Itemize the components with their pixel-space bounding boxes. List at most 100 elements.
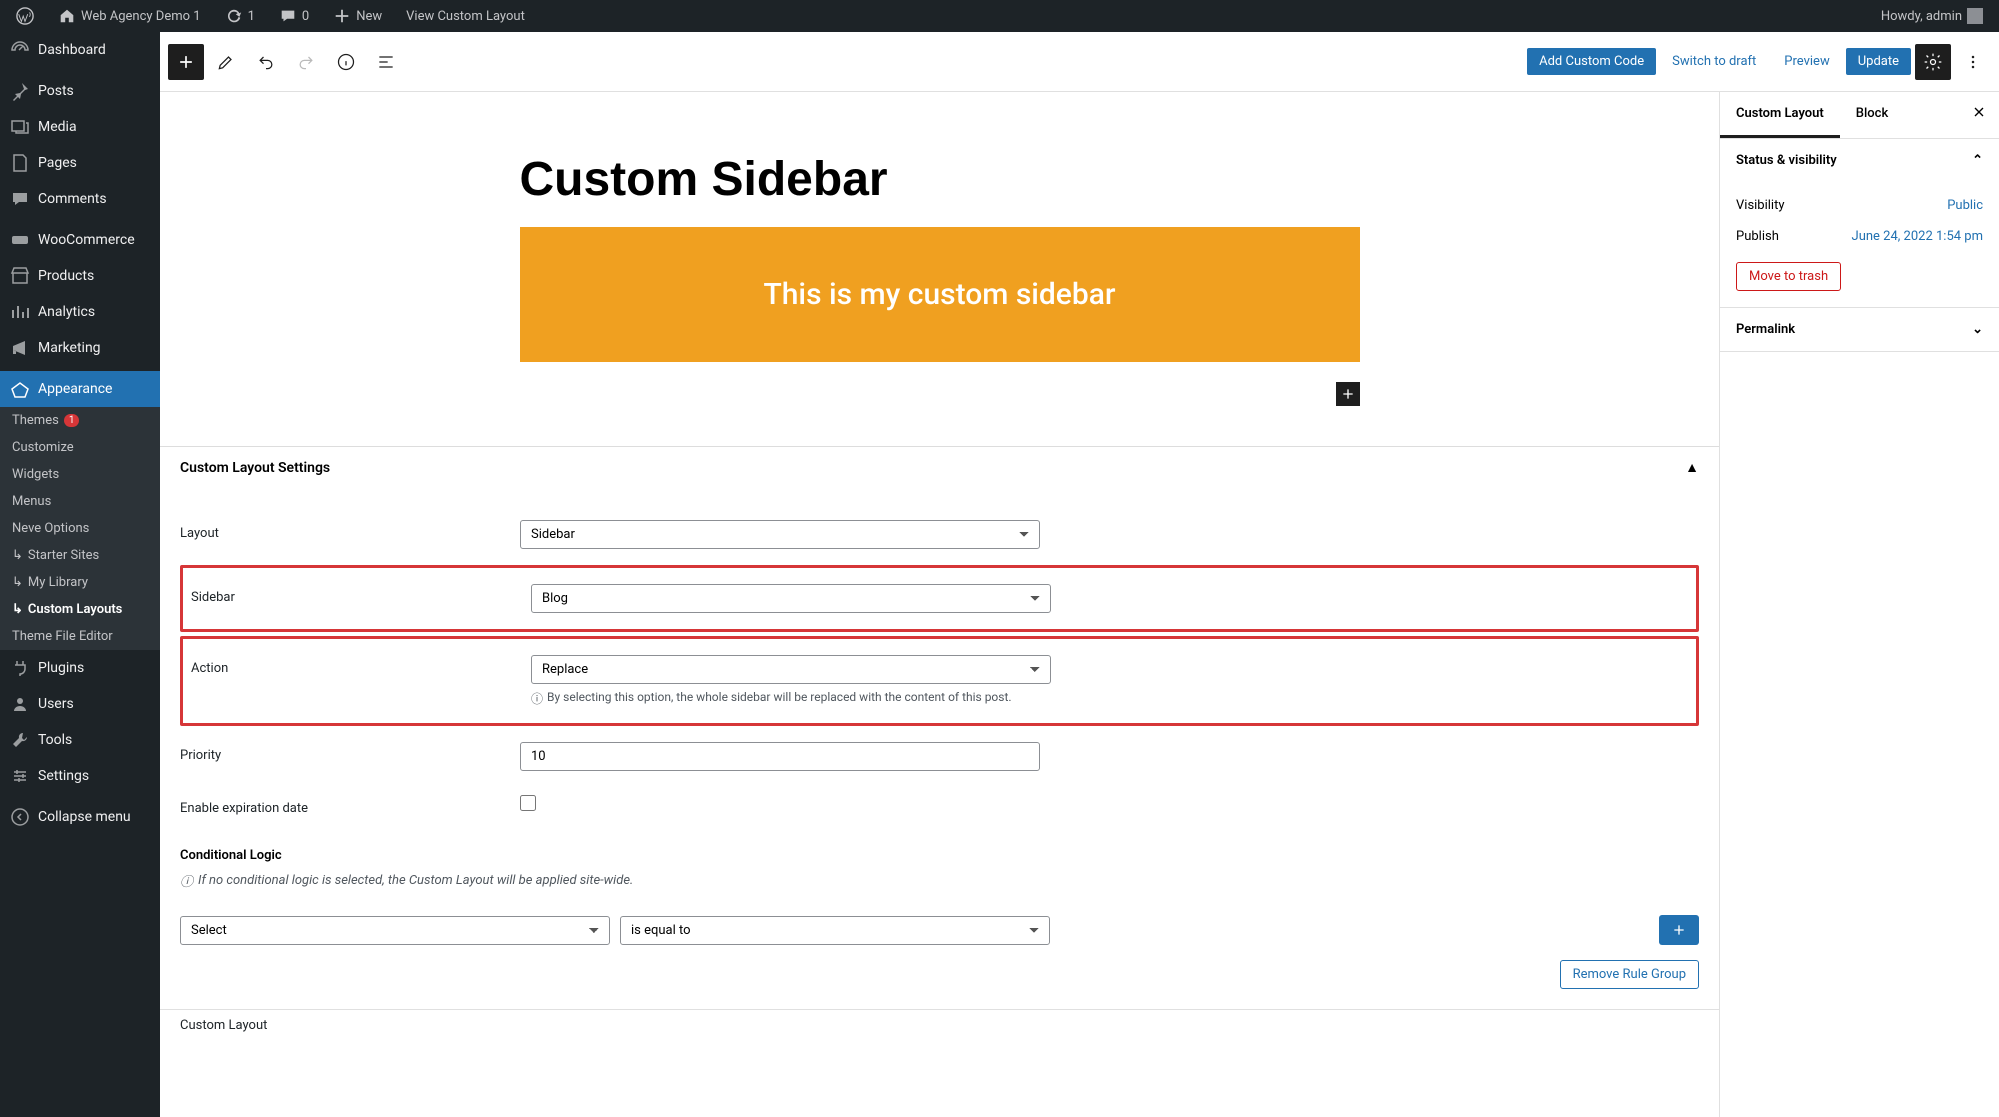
sidebar-item-media[interactable]: Media (0, 109, 160, 145)
cls-heading[interactable]: Custom Layout Settings ▲ (160, 447, 1719, 488)
more-options-button[interactable] (1955, 44, 1991, 80)
submenu-themes[interactable]: Themes1 (0, 407, 160, 434)
settings-icon (10, 766, 30, 786)
action-label: Action (191, 655, 531, 676)
settings-toggle-button[interactable] (1915, 44, 1951, 80)
info-icon: ⓘ (180, 871, 193, 890)
custom-sidebar-block[interactable]: This is my custom sidebar (520, 227, 1360, 362)
add-rule-button[interactable] (1659, 915, 1699, 945)
submenu-library[interactable]: ↳My Library (0, 569, 160, 596)
editor-toolbar: Add Custom Code Switch to draft Preview … (160, 32, 1999, 92)
priority-input[interactable] (520, 742, 1040, 771)
sidebar-item-label: Posts (38, 83, 74, 99)
sidebar-item-plugins[interactable]: Plugins (0, 650, 160, 686)
dashboard-icon (10, 40, 30, 60)
edit-mode-button[interactable] (208, 44, 244, 80)
section-label: Status & visibility (1736, 153, 1837, 168)
sidebar-item-woocommerce[interactable]: WooCommerce (0, 222, 160, 258)
marketing-icon (10, 338, 30, 358)
remove-rule-button[interactable]: Remove Rule Group (1560, 960, 1699, 989)
outline-button[interactable] (368, 44, 404, 80)
layout-select[interactable]: Sidebar (520, 520, 1040, 549)
site-name[interactable]: Web Agency Demo 1 (50, 0, 209, 32)
sidebar-item-products[interactable]: Products (0, 258, 160, 294)
comments-bar[interactable]: 0 (271, 0, 317, 32)
sidebar-item-pages[interactable]: Pages (0, 145, 160, 181)
site-name-label: Web Agency Demo 1 (81, 9, 201, 24)
analytics-icon (10, 302, 30, 322)
sidebar-item-tools[interactable]: Tools (0, 722, 160, 758)
pin-icon (10, 81, 30, 101)
updates[interactable]: 1 (217, 0, 263, 32)
rule-condition-select[interactable]: Select (180, 916, 610, 945)
info-button[interactable] (328, 44, 364, 80)
action-select[interactable]: Replace (531, 655, 1051, 684)
sidebar-item-label: Appearance (38, 381, 112, 397)
breadcrumb[interactable]: Custom Layout (160, 1009, 1719, 1041)
sidebar-item-users[interactable]: Users (0, 686, 160, 722)
comment-icon (10, 189, 30, 209)
submenu-widgets[interactable]: Widgets (0, 461, 160, 488)
arrow-icon: ↳ (12, 602, 23, 617)
sidebar-item-collapse[interactable]: Collapse menu (0, 799, 160, 835)
sidebar-row: Sidebar Blog (191, 572, 1688, 625)
permalink-heading[interactable]: Permalink⌄ (1720, 308, 1999, 351)
switch-draft-button[interactable]: Switch to draft (1660, 48, 1768, 75)
submenu-theme-editor[interactable]: Theme File Editor (0, 623, 160, 650)
sidebar-item-label: Analytics (38, 304, 95, 320)
sidebar-item-label: Pages (38, 155, 77, 171)
sidebar-item-posts[interactable]: Posts (0, 73, 160, 109)
info-icon: ⓘ (531, 690, 543, 707)
woo-icon (10, 230, 30, 250)
sidebar-item-appearance[interactable]: Appearance (0, 371, 160, 407)
submenu-label: Theme File Editor (12, 629, 113, 644)
submenu-menus[interactable]: Menus (0, 488, 160, 515)
submenu-label: Menus (12, 494, 51, 509)
sidebar-item-analytics[interactable]: Analytics (0, 294, 160, 330)
submenu-customize[interactable]: Customize (0, 434, 160, 461)
howdy[interactable]: Howdy, admin (1873, 0, 1991, 32)
sidebar-item-label: WooCommerce (38, 232, 135, 248)
expiration-label: Enable expiration date (180, 795, 520, 816)
visibility-value[interactable]: Public (1947, 198, 1983, 213)
submenu-neve[interactable]: Neve Options (0, 515, 160, 542)
tab-block[interactable]: Block (1840, 92, 1904, 138)
sidebar-item-dashboard[interactable]: Dashboard (0, 32, 160, 68)
post-title[interactable]: Custom Sidebar (520, 92, 1360, 227)
sidebar-item-marketing[interactable]: Marketing (0, 330, 160, 366)
plugins-icon (10, 658, 30, 678)
collapse-icon (10, 807, 30, 827)
redo-button[interactable] (288, 44, 324, 80)
tools-icon (10, 730, 30, 750)
tab-custom-layout[interactable]: Custom Layout (1720, 92, 1840, 138)
new-content[interactable]: New (325, 0, 390, 32)
editor-canvas[interactable]: Custom Sidebar This is my custom sidebar… (160, 92, 1719, 1117)
visibility-row: Visibility Public (1736, 190, 1983, 221)
sidebar-item-label: Users (38, 696, 74, 712)
expiration-checkbox[interactable] (520, 795, 536, 811)
submenu-starter[interactable]: ↳Starter Sites (0, 542, 160, 569)
sidebar-item-settings[interactable]: Settings (0, 758, 160, 794)
close-panel-button[interactable] (1959, 92, 1999, 138)
home-icon (58, 7, 76, 25)
sidebar-select[interactable]: Blog (531, 584, 1051, 613)
submenu-custom-layouts[interactable]: ↳ Custom Layouts (0, 596, 160, 623)
view-layout[interactable]: View Custom Layout (398, 0, 533, 32)
publish-value[interactable]: June 24, 2022 1:54 pm (1852, 229, 1983, 244)
sidebar-item-comments[interactable]: Comments (0, 181, 160, 217)
add-custom-code-button[interactable]: Add Custom Code (1527, 48, 1656, 75)
wp-logo[interactable] (8, 0, 42, 32)
update-button[interactable]: Update (1846, 48, 1911, 75)
rule-operator-select[interactable]: is equal to (620, 916, 1050, 945)
add-block-button[interactable] (168, 44, 204, 80)
move-to-trash-button[interactable]: Move to trash (1736, 262, 1841, 291)
visibility-label: Visibility (1736, 198, 1785, 213)
preview-button[interactable]: Preview (1772, 48, 1841, 75)
undo-button[interactable] (248, 44, 284, 80)
hint-text: If no conditional logic is selected, the… (198, 873, 633, 888)
submenu-label: Custom Layouts (28, 602, 122, 617)
insert-block-button[interactable] (1336, 382, 1360, 406)
section-label: Permalink (1736, 322, 1795, 337)
status-visibility-heading[interactable]: Status & visibility⌃ (1720, 139, 1999, 182)
admin-sidebar: Dashboard Posts Media Pages Comments Woo… (0, 32, 160, 1117)
